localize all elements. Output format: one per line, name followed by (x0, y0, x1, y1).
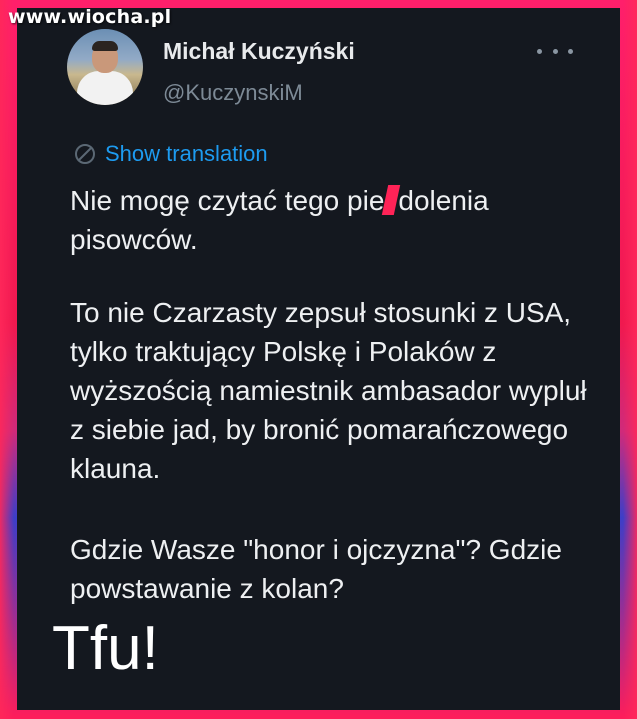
image-frame: www.wiocha.pl Michał Kuczyński @Kuczynsk… (0, 0, 637, 719)
tweet-paragraph-1: Nie mogę czytać tego pie dolenia pisowców… (70, 181, 590, 259)
avatar[interactable] (67, 29, 143, 105)
avatar-body (77, 71, 133, 105)
avatar-hair (92, 41, 118, 51)
tweet-paragraph-3: Gdzie Wasze "honor i ojczyzna"? Gdzie po… (70, 534, 562, 604)
tweet-card: Michał Kuczyński @KuczynskiM Show transl… (17, 8, 620, 710)
dot (552, 48, 558, 54)
show-translation-link[interactable]: Show translation (73, 141, 268, 167)
author-handle[interactable]: @KuczynskiM (163, 80, 303, 106)
site-watermark: www.wiocha.pl (8, 6, 172, 28)
more-options-icon[interactable] (537, 46, 573, 56)
author-name[interactable]: Michał Kuczyński (163, 38, 355, 65)
tweet-paragraph-1-start: Nie mogę czytać tego pie (70, 185, 385, 216)
caption-text: Tfu! (52, 614, 159, 683)
dot (568, 48, 573, 54)
show-translation-label: Show translation (105, 141, 268, 166)
translate-globe-icon (73, 142, 97, 166)
tweet-paragraph-2: To nie Czarzasty zepsuł stosunki z USA, … (70, 297, 587, 484)
dot (537, 48, 542, 54)
